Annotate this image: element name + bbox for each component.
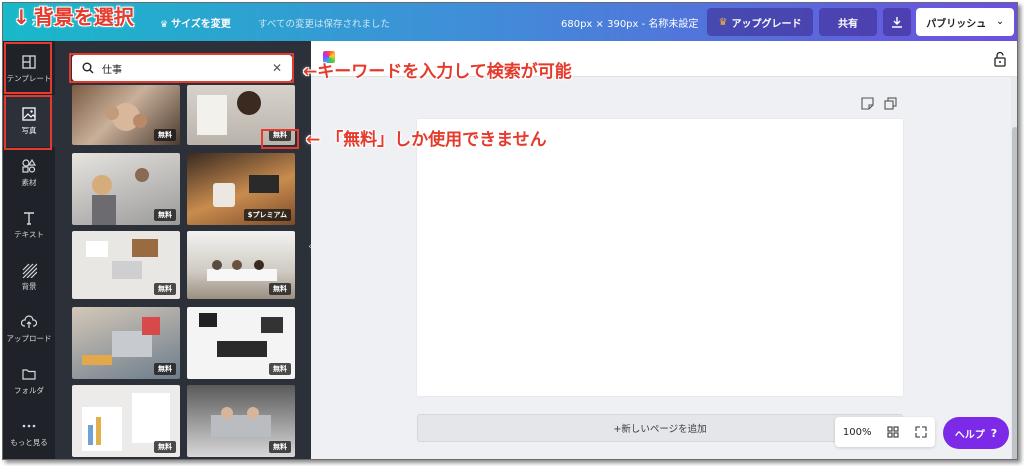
- upgrade-label: アップグレード: [731, 18, 802, 30]
- zoom-level[interactable]: 100%: [843, 427, 872, 438]
- share-label: 共有: [838, 18, 858, 30]
- folder-icon: [22, 369, 36, 380]
- free-badge: 無料: [154, 363, 176, 375]
- background-icon: [22, 263, 37, 278]
- highlight-free-badge: [261, 129, 299, 149]
- help-icon: ?: [990, 426, 998, 440]
- fullscreen-icon[interactable]: [915, 426, 927, 438]
- annotation-search-note: ←キーワードを入力して検索が可能: [303, 62, 572, 82]
- crown-icon: ♛: [160, 20, 169, 30]
- upgrade-button[interactable]: ♛ アップグレード: [707, 8, 813, 36]
- duplicate-icon[interactable]: [884, 97, 897, 110]
- highlight-rail-template: [4, 42, 52, 94]
- rail-item-more[interactable]: もっと見る: [3, 407, 55, 459]
- add-page-label: +新しいページを追加: [613, 424, 707, 435]
- scrollbar-thumb[interactable]: [1012, 127, 1017, 459]
- annotation-title-text: 背景を選択: [33, 5, 134, 29]
- crown-icon: ♛: [718, 16, 728, 28]
- rail-item-upload[interactable]: アップロード: [3, 303, 55, 355]
- rail-label: 背景: [21, 282, 37, 291]
- photo-thumb[interactable]: $プレミアム: [187, 153, 295, 225]
- add-page-button[interactable]: +新しいページを追加: [417, 414, 903, 442]
- free-badge: 無料: [154, 209, 176, 221]
- canvas-area: +新しいページを追加 100% ヘルプ ?: [311, 41, 1017, 459]
- grid-view-icon[interactable]: [887, 426, 899, 438]
- photo-thumb[interactable]: 無料: [72, 85, 180, 145]
- chevron-down-icon: ⌄: [996, 17, 1004, 27]
- rail-item-background[interactable]: 背景: [3, 251, 55, 303]
- design-dimensions[interactable]: 680px × 390px - 名称未設定: [561, 15, 698, 30]
- resize-label: サイズを変更: [171, 19, 231, 30]
- upload-icon: [21, 315, 37, 328]
- lock-icon[interactable]: [993, 51, 1007, 67]
- note-icon[interactable]: [861, 97, 874, 110]
- rail-label: 素材: [21, 178, 37, 187]
- app-window: ホ ♛ サイズを変更 すべての変更は保存されました 680px × 390px -…: [2, 2, 1018, 460]
- download-button[interactable]: [883, 8, 911, 36]
- rail-item-folder[interactable]: フォルダ: [3, 355, 55, 407]
- text-icon: [24, 212, 34, 225]
- publish-button[interactable]: パブリッシュ ⌄: [916, 8, 1014, 36]
- save-status: すべての変更は保存されました: [258, 19, 390, 30]
- publish-label: パブリッシュ: [926, 18, 987, 30]
- rail-item-text[interactable]: テキスト: [3, 199, 55, 251]
- free-badge: 無料: [154, 129, 176, 141]
- free-badge: 無料: [154, 441, 176, 453]
- elements-icon: [22, 158, 37, 173]
- photo-thumb[interactable]: 無料: [187, 307, 295, 379]
- download-icon: [892, 17, 902, 28]
- canvas-scrollbar[interactable]: [1011, 77, 1017, 459]
- highlight-rail-photo: [4, 95, 52, 150]
- down-arrow-icon: ↓: [13, 5, 30, 29]
- more-icon: [22, 424, 36, 428]
- photo-thumb[interactable]: 無料: [72, 307, 180, 379]
- resize-button[interactable]: ♛ サイズを変更: [160, 15, 231, 30]
- photo-thumb[interactable]: 無料: [72, 385, 180, 457]
- free-badge: 無料: [154, 283, 176, 295]
- page-actions: [861, 97, 897, 110]
- annotation-free-note: ← 「無料」しか使用できません: [306, 130, 547, 150]
- free-badge: 無料: [269, 441, 291, 453]
- photo-thumb[interactable]: 無料: [187, 231, 295, 299]
- photo-thumb[interactable]: 無料: [72, 231, 180, 299]
- rail-label: アップロード: [6, 334, 52, 343]
- rail-label: フォルダ: [14, 386, 44, 395]
- free-badge: 無料: [269, 363, 291, 375]
- rail-label: もっと見る: [10, 438, 48, 447]
- annotation-title: ↓ 背景を選択: [13, 3, 134, 30]
- photo-panel: 仕事 ✕ 無料 無料 無料 $プレミアム 無料 無料 無料 無料 無料 無料: [55, 41, 311, 459]
- rail-label: テキスト: [14, 230, 44, 239]
- help-button[interactable]: ヘルプ ?: [943, 417, 1009, 449]
- highlight-search: [69, 53, 294, 83]
- zoom-controls: 100%: [835, 417, 935, 447]
- help-label: ヘルプ: [954, 429, 985, 441]
- share-button[interactable]: 共有: [819, 8, 877, 36]
- free-badge: 無料: [269, 283, 291, 295]
- rail-item-elements[interactable]: 素材: [3, 147, 55, 199]
- premium-badge: $プレミアム: [243, 209, 291, 221]
- top-bar: ホ ♛ サイズを変更 すべての変更は保存されました 680px × 390px -…: [3, 3, 1017, 41]
- photo-thumb[interactable]: 無料: [187, 385, 295, 457]
- photo-thumb[interactable]: 無料: [72, 153, 180, 225]
- design-page[interactable]: [417, 119, 903, 396]
